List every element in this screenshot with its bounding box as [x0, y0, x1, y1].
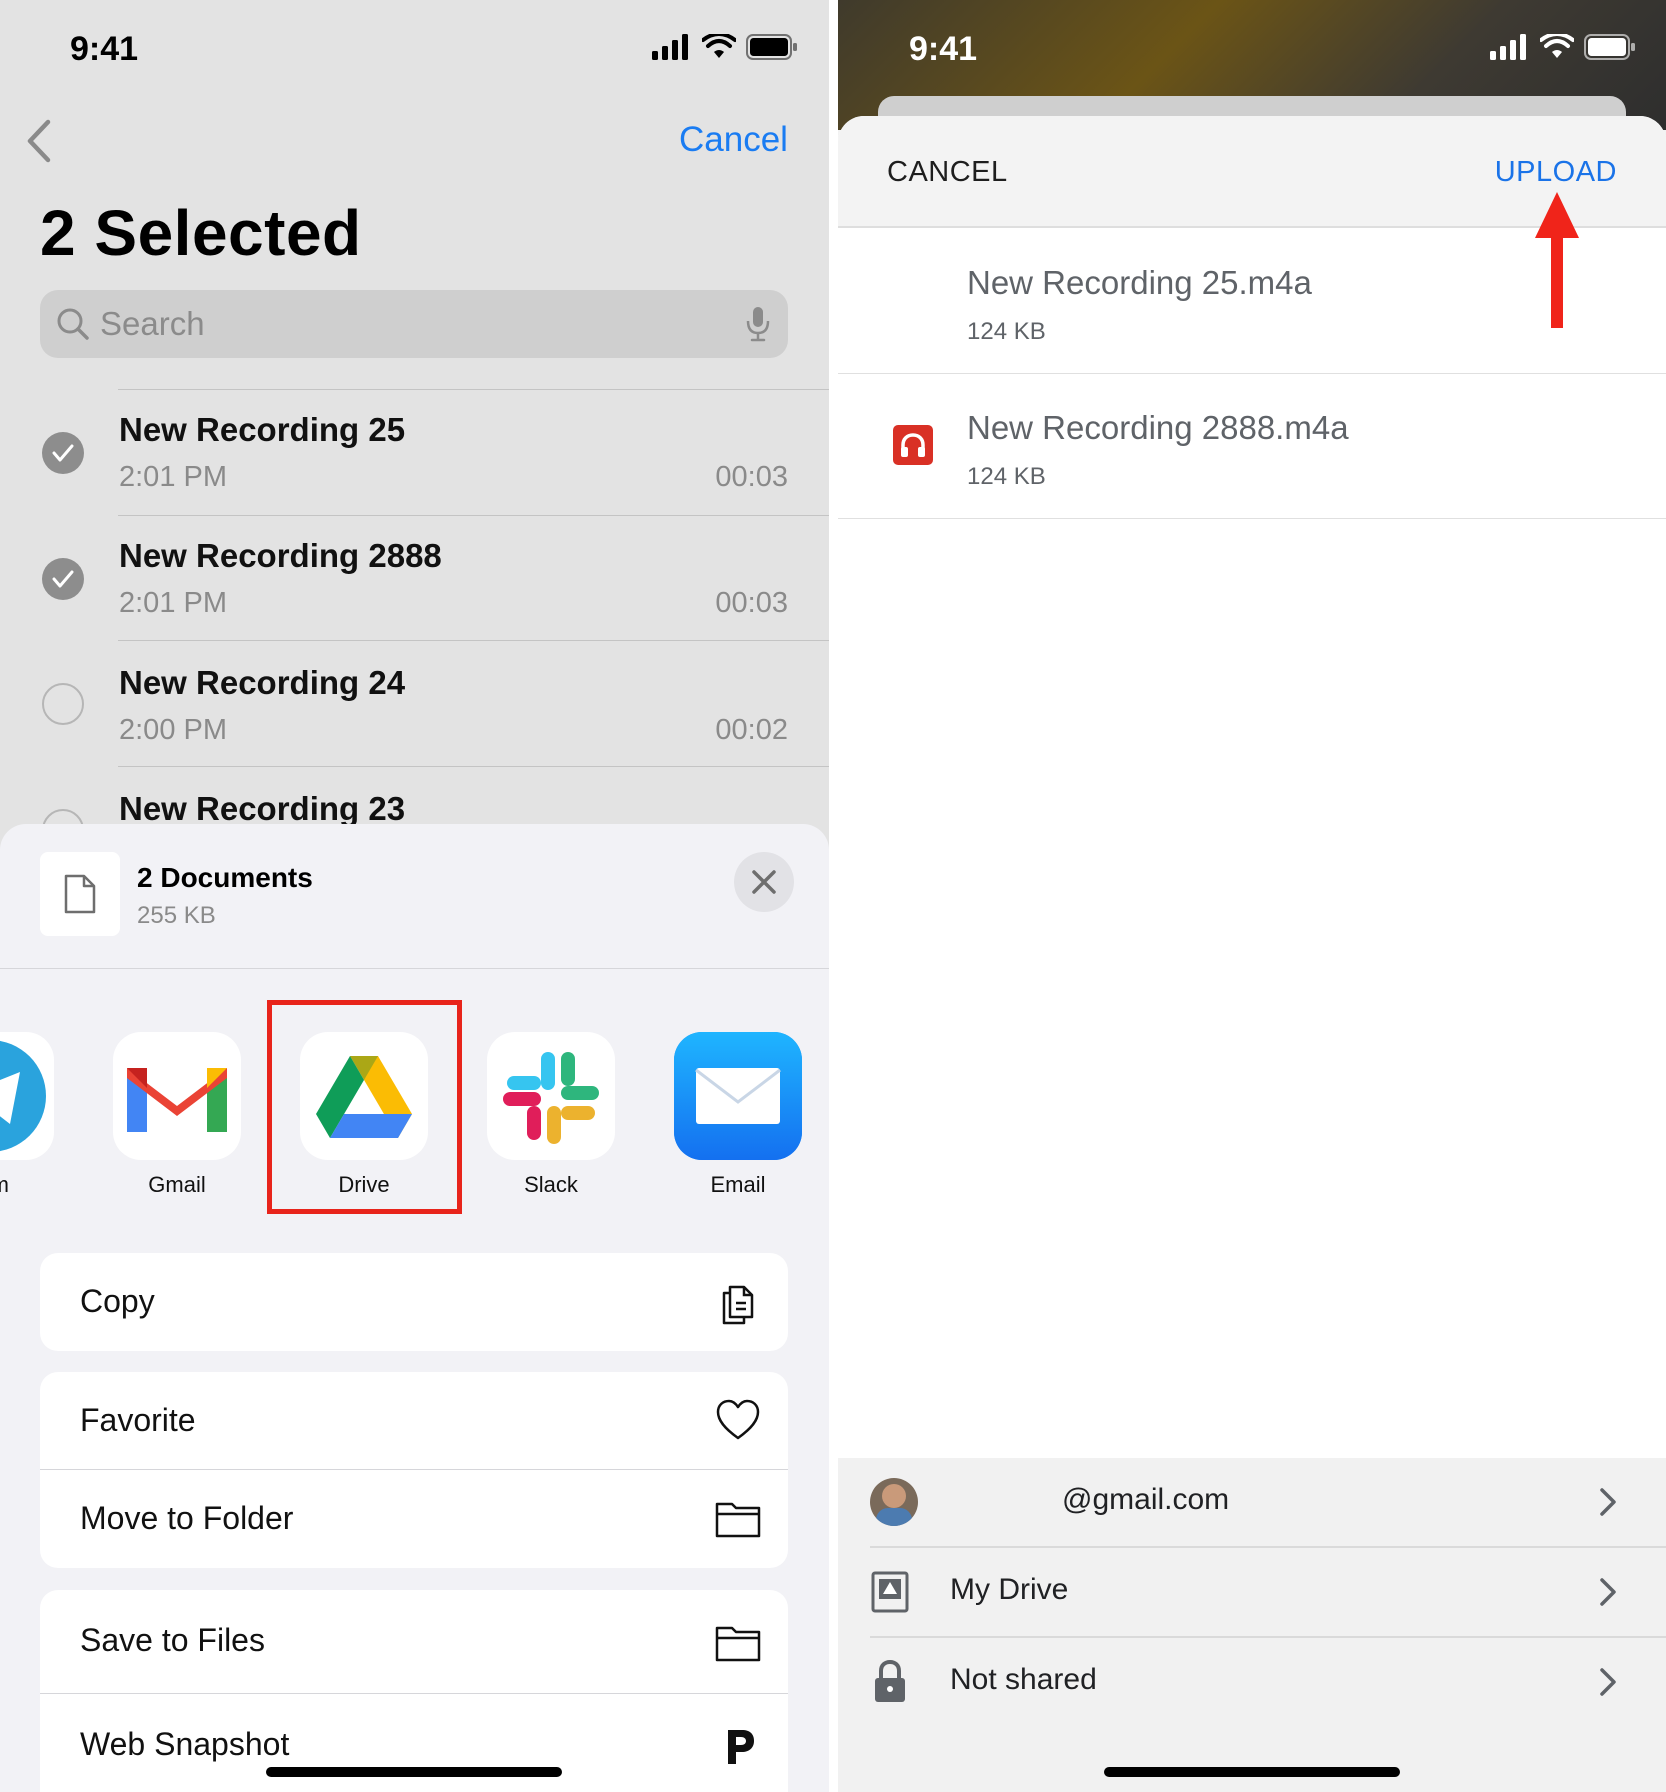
battery-icon [1584, 34, 1635, 60]
document-size: 255 KB [137, 902, 216, 929]
chevron-right-icon [1600, 1488, 1616, 1516]
folder-icon [715, 1626, 761, 1662]
recording-name: New Recording 24 [119, 664, 406, 701]
wifi-icon [1540, 34, 1574, 58]
file-size: 124 KB [967, 318, 1046, 345]
status-icons [652, 34, 798, 60]
sharing-status: Not shared [950, 1663, 1097, 1696]
file-row[interactable]: New Recording 2888.m4a 124 KB [838, 375, 1666, 519]
home-indicator [266, 1767, 562, 1777]
cellular-signal-icon [1490, 34, 1526, 60]
app-telegram[interactable]: ram [0, 1032, 54, 1198]
destination-panel: @gmail.com My Drive Not shared [838, 1458, 1666, 1792]
recording-duration: 00:03 [715, 461, 788, 493]
app-label: Slack [524, 1172, 578, 1197]
battery-icon [746, 34, 797, 60]
microphone-icon[interactable] [746, 306, 770, 342]
checkmark-icon[interactable] [42, 558, 84, 600]
status-time: 9:41 [70, 30, 139, 68]
folder-row[interactable]: My Drive [838, 1548, 1666, 1636]
audio-file-icon [893, 425, 933, 465]
action-label: Copy [80, 1283, 155, 1319]
action-group: Copy [40, 1253, 788, 1351]
file-size: 124 KB [967, 463, 1046, 490]
chevron-right-icon [1600, 1578, 1616, 1606]
cancel-button[interactable]: CANCEL [887, 156, 1008, 189]
recording-row[interactable]: New Recording 2888 2:01 PM 00:03 [0, 515, 829, 641]
divider [0, 968, 829, 969]
close-button[interactable] [734, 852, 794, 912]
file-name: New Recording 2888.m4a [967, 409, 1349, 446]
action-label: Move to Folder [80, 1500, 294, 1536]
gmail-icon [113, 1032, 241, 1160]
recording-row[interactable]: New Recording 25 2:01 PM 00:03 [0, 389, 829, 515]
app-email[interactable]: Email [674, 1032, 802, 1198]
search-icon [57, 308, 89, 340]
search-input[interactable]: Search [40, 290, 788, 358]
action-label: Favorite [80, 1402, 196, 1438]
app-gmail[interactable]: Gmail [113, 1032, 241, 1198]
page-title: 2 Selected [40, 197, 362, 269]
action-save-to-files[interactable]: Save to Files [40, 1590, 788, 1694]
arrow-annotation-icon [1535, 192, 1579, 328]
highlight-annotation [267, 1000, 462, 1214]
status-icons [1490, 34, 1636, 60]
close-icon [752, 870, 776, 894]
action-favorite[interactable]: Favorite [40, 1372, 788, 1470]
telegram-icon [0, 1032, 54, 1160]
mail-icon [674, 1032, 802, 1160]
cancel-button[interactable]: Cancel [679, 120, 788, 160]
recording-name: New Recording 23 [119, 790, 406, 827]
recording-duration: 00:03 [715, 587, 788, 619]
lock-icon [875, 1659, 905, 1702]
wifi-icon [702, 34, 736, 58]
action-group: Favorite Move to Folder [40, 1372, 788, 1568]
sharing-row[interactable]: Not shared [838, 1638, 1666, 1726]
account-row[interactable]: @gmail.com [838, 1458, 1666, 1546]
upload-button[interactable]: UPLOAD [1495, 156, 1617, 189]
document-title: 2 Documents [137, 862, 313, 893]
drive-folder-icon [871, 1571, 909, 1613]
upload-modal: CANCEL UPLOAD New Recording 25.m4a 124 K… [838, 116, 1666, 1792]
recording-time: 2:01 PM [119, 587, 227, 619]
recording-name: New Recording 25 [119, 411, 406, 448]
folder-name: My Drive [950, 1573, 1069, 1606]
action-group: Save to Files Web Snapshot [40, 1590, 788, 1792]
cellular-signal-icon [652, 34, 688, 60]
heart-icon [716, 1399, 760, 1440]
app-label: Gmail [148, 1172, 206, 1197]
share-screen: 9:41 Cancel 2 Selected Search New Record… [0, 0, 829, 1792]
unselected-circle-icon[interactable] [42, 683, 84, 725]
slack-icon [487, 1032, 615, 1160]
recording-name: New Recording 2888 [119, 537, 442, 574]
action-copy[interactable]: Copy [40, 1253, 788, 1351]
action-move-to-folder[interactable]: Move to Folder [40, 1470, 788, 1568]
folder-icon [715, 1502, 761, 1538]
document-thumbnail [40, 852, 120, 936]
file-name: New Recording 25.m4a [967, 264, 1312, 301]
p-icon [728, 1730, 754, 1764]
action-label: Web Snapshot [80, 1726, 290, 1762]
avatar [870, 1478, 918, 1526]
document-icon [64, 874, 96, 914]
chevron-right-icon [1600, 1668, 1616, 1696]
recording-row[interactable]: New Recording 24 2:00 PM 00:02 [0, 640, 829, 766]
account-email: @gmail.com [1062, 1483, 1230, 1516]
share-sheet: 2 Documents 255 KB ram [0, 824, 829, 1792]
search-placeholder: Search [100, 305, 205, 342]
copy-icon [722, 1285, 754, 1325]
action-label: Save to Files [80, 1622, 265, 1658]
home-indicator [1104, 1767, 1400, 1777]
app-label: ram [0, 1172, 54, 1198]
status-time: 9:41 [909, 30, 978, 68]
app-label: Email [710, 1172, 766, 1197]
recording-duration: 00:02 [715, 714, 788, 746]
action-web-snapshot[interactable]: Web Snapshot [40, 1694, 788, 1792]
recording-time: 2:00 PM [119, 714, 227, 746]
recording-time: 2:01 PM [119, 461, 227, 493]
back-chevron-icon[interactable] [20, 118, 60, 164]
checkmark-icon[interactable] [42, 432, 84, 474]
app-slack[interactable]: Slack [487, 1032, 615, 1198]
